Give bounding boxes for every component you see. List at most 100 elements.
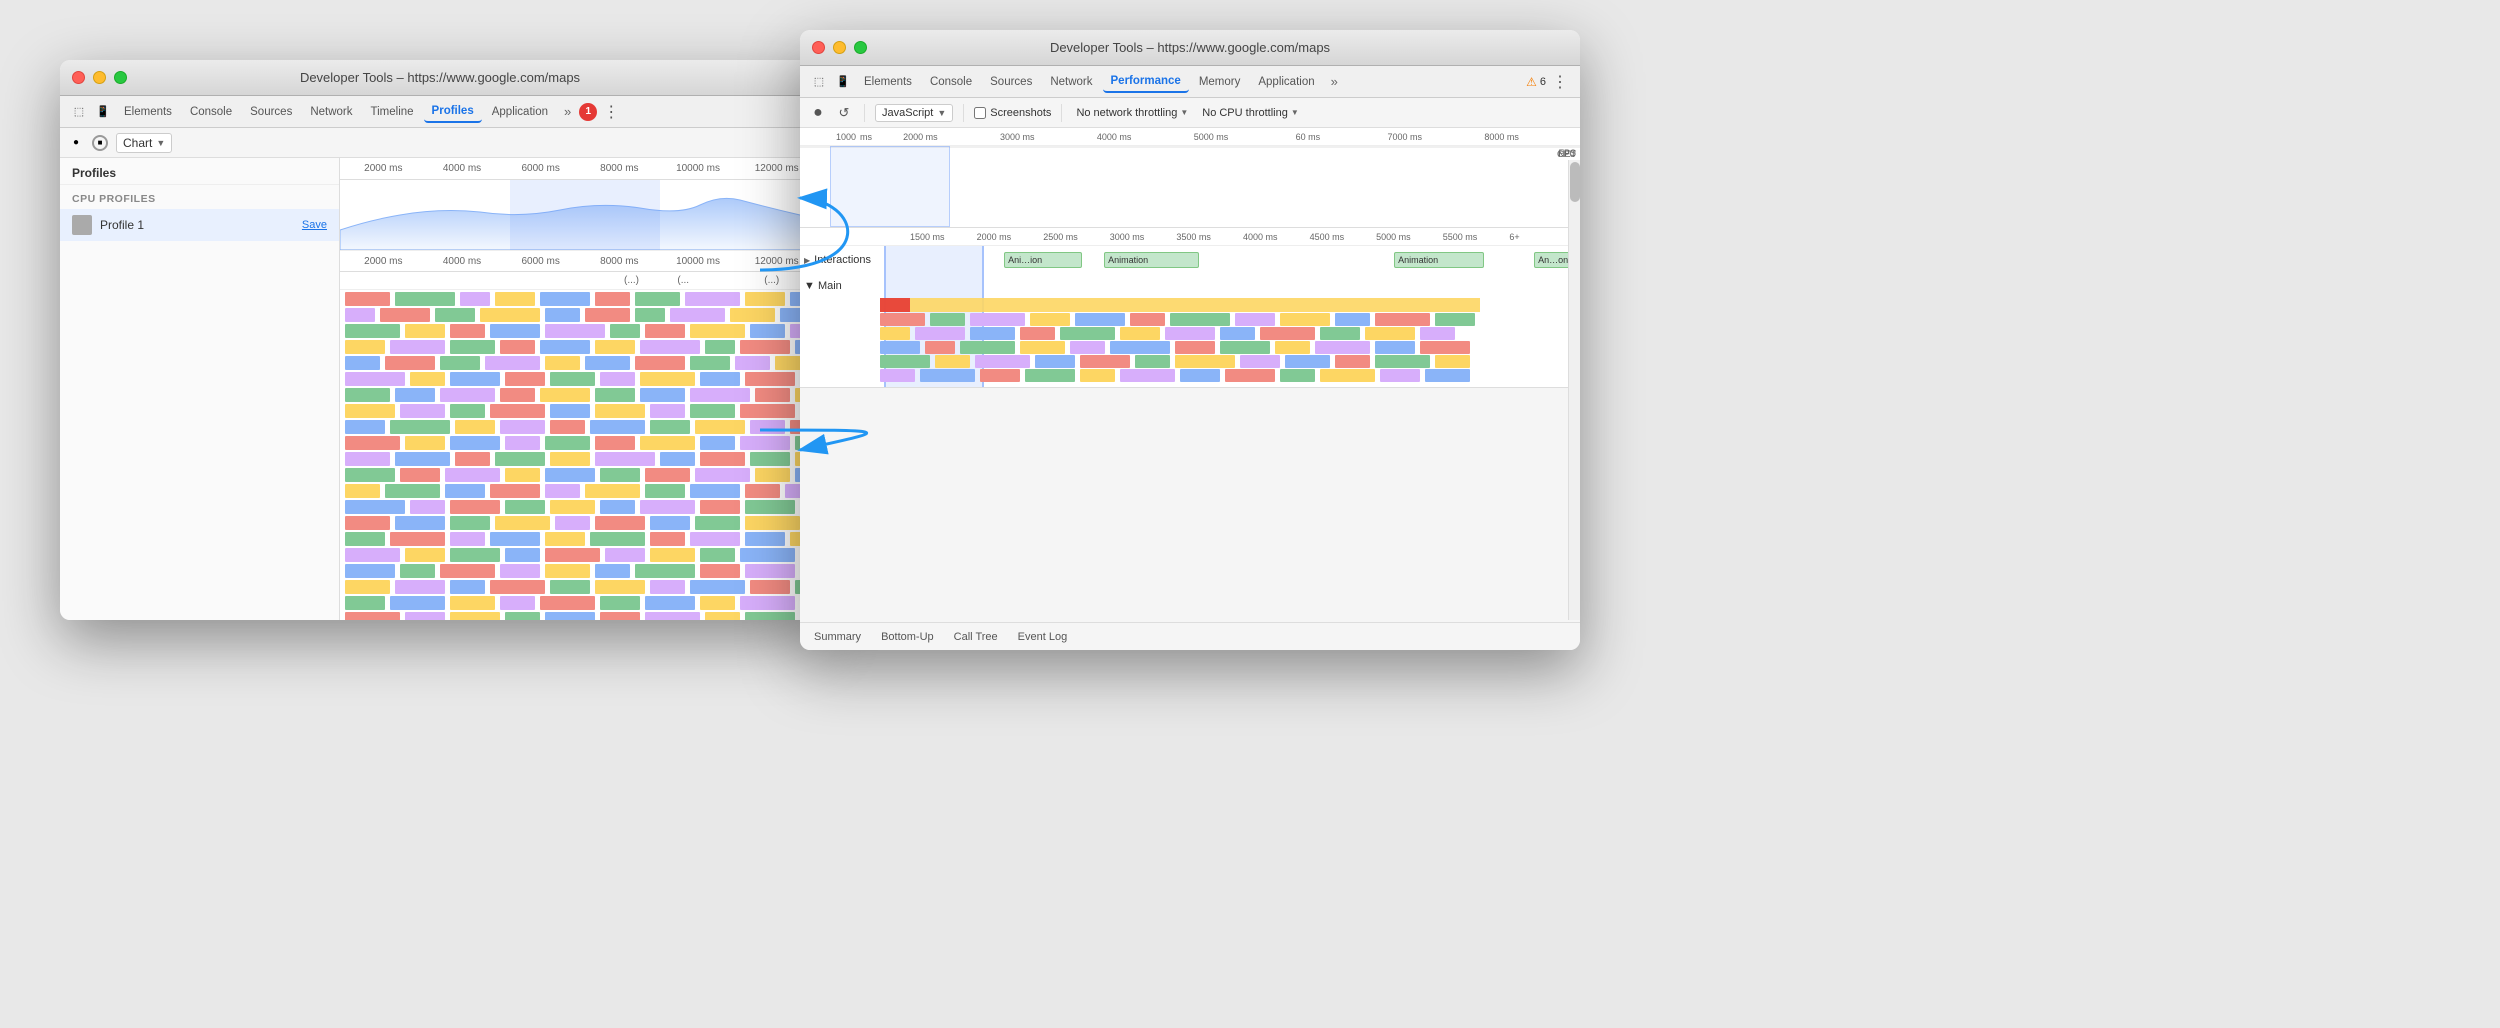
timeline-timescale: 1500 ms 2000 ms 2500 ms 3000 ms 3500 ms …: [800, 228, 1580, 246]
cpu-profiles-label: CPU PROFILES: [60, 185, 339, 209]
timeline-area: 1500 ms 2000 ms 2500 ms 3000 ms 3500 ms …: [800, 228, 1580, 388]
interactions-label: Interactions: [814, 254, 894, 266]
tl-3500: 3500 ms: [1176, 232, 1243, 242]
left-titlebar: Developer Tools – https://www.google.com…: [60, 60, 820, 96]
profile-1-item[interactable]: Profile 1 Save: [60, 209, 339, 241]
tl-5000: 5000 ms: [1376, 232, 1443, 242]
scrollbar-right[interactable]: [1568, 160, 1580, 620]
tab-summary[interactable]: Summary: [808, 629, 867, 645]
network-throttle-dropdown[interactable]: No network throttling ▼: [1072, 105, 1192, 121]
tab-overflow-left[interactable]: »: [558, 102, 577, 121]
interaction-block-1: Ani…ion: [1004, 252, 1082, 268]
error-badge-left: 1: [579, 103, 597, 121]
tab-elements-right[interactable]: Elements: [856, 72, 920, 92]
minimize-button-left[interactable]: [93, 71, 106, 84]
left-window-title: Developer Tools – https://www.google.com…: [300, 70, 580, 85]
interaction-block-3: Animation: [1394, 252, 1484, 268]
time-unit: ms: [860, 132, 872, 142]
left-devtools-window: Developer Tools – https://www.google.com…: [60, 60, 820, 620]
minimize-button-right[interactable]: [833, 41, 846, 54]
time2-8000: 8000 ms: [580, 256, 659, 267]
tab-console-left[interactable]: Console: [182, 102, 240, 122]
profile-name: Profile 1: [100, 218, 302, 232]
warning-count: 6: [1540, 76, 1546, 88]
inspect-icon-right[interactable]: ⬚: [808, 71, 830, 93]
profile-chart-area[interactable]: 2000 ms 4000 ms 6000 ms 8000 ms 10000 ms…: [340, 158, 820, 620]
close-button-left[interactable]: [72, 71, 85, 84]
profiles-toolbar: ● ■ Chart ▼: [60, 128, 820, 158]
tab-console-right[interactable]: Console: [922, 72, 980, 92]
left-tabs-bar: ⬚ 📱 Elements Console Sources Network Tim…: [60, 96, 820, 128]
device-icon-right[interactable]: 📱: [832, 71, 854, 93]
more-button-left[interactable]: ⋮: [599, 100, 623, 124]
record-icon[interactable]: ●: [68, 135, 84, 151]
inspect-icon[interactable]: ⬚: [68, 101, 90, 123]
right-window-title: Developer Tools – https://www.google.com…: [1050, 40, 1330, 55]
right-tabs-bar: ⬚ 📱 Elements Console Sources Network Per…: [800, 66, 1580, 98]
chart-dropdown[interactable]: Chart ▼: [116, 133, 172, 153]
tl-4500: 4500 ms: [1310, 232, 1377, 242]
tab-event-log[interactable]: Event Log: [1012, 629, 1074, 645]
tab-memory-right[interactable]: Memory: [1191, 72, 1249, 92]
main-flame-svg: [800, 298, 1580, 388]
tab-sources-right[interactable]: Sources: [982, 72, 1040, 92]
tab-application-left[interactable]: Application: [484, 102, 556, 122]
save-profile-button[interactable]: Save: [302, 219, 327, 231]
toolbar-divider-3: [1061, 104, 1062, 122]
cpu-row: CPU: [800, 147, 1580, 148]
stop-icon[interactable]: ■: [92, 135, 108, 151]
maximize-button-left[interactable]: [114, 71, 127, 84]
tab-profiles-left[interactable]: Profiles: [424, 101, 482, 123]
ov-time-5000: 5000 ms: [1163, 132, 1260, 142]
maximize-button-right[interactable]: [854, 41, 867, 54]
time-8000: 8000 ms: [580, 163, 659, 174]
interaction-block-2: Animation: [1104, 252, 1199, 268]
device-icon[interactable]: 📱: [92, 101, 114, 123]
tab-application-right[interactable]: Application: [1250, 72, 1322, 92]
main-flame-area: [800, 298, 1580, 388]
tab-performance-right[interactable]: Performance: [1103, 71, 1189, 93]
warning-icon: ⚠: [1526, 75, 1537, 89]
selection-rect: [510, 180, 660, 250]
chart-timescale-2: 2000 ms 4000 ms 6000 ms 8000 ms 10000 ms…: [340, 250, 820, 272]
more-button-right[interactable]: ⋮: [1548, 70, 1572, 94]
ov-time-4000: 4000 ms: [1066, 132, 1163, 142]
refresh-record-button[interactable]: ↺: [834, 105, 854, 121]
interactions-expand-arrow[interactable]: ▶: [804, 256, 810, 265]
profiles-sidebar: Profiles CPU PROFILES Profile 1 Save: [60, 158, 340, 620]
tl-2000: 2000 ms: [977, 232, 1044, 242]
traffic-lights-right: [812, 41, 867, 54]
tab-overflow-right[interactable]: »: [1325, 72, 1344, 91]
screenshots-checkbox-label[interactable]: Screenshots: [974, 107, 1051, 119]
overview-timescale: 1000 ms 2000 ms 3000 ms 4000 ms 5000 ms …: [800, 128, 1580, 146]
tab-call-tree[interactable]: Call Tree: [948, 629, 1004, 645]
label-ellipsis-1: (...): [344, 275, 639, 286]
tab-network-left[interactable]: Network: [302, 102, 360, 122]
interactions-row: ▶ Interactions Ani…ion Animation Animati…: [800, 246, 1580, 274]
close-button-right[interactable]: [812, 41, 825, 54]
time2-4000: 4000 ms: [423, 256, 502, 267]
tab-sources-left[interactable]: Sources: [242, 102, 300, 122]
tab-bottom-up[interactable]: Bottom-Up: [875, 629, 940, 645]
scroll-thumb-right[interactable]: [1570, 162, 1580, 202]
cpu-chart-svg: [340, 180, 820, 250]
js-profile-dropdown[interactable]: JavaScript ▼: [875, 104, 953, 122]
flame-chart-canvas[interactable]: [340, 290, 820, 620]
record-button[interactable]: ●: [808, 104, 828, 122]
toolbar-divider: [864, 104, 865, 122]
tab-timeline-left[interactable]: Timeline: [363, 102, 422, 122]
profiles-heading: Profiles: [60, 158, 339, 185]
ov-time-8000: 8000 ms: [1453, 132, 1550, 142]
ov-time-7000: 7000 ms: [1356, 132, 1453, 142]
main-label: ▼ Main: [804, 280, 884, 292]
screenshots-checkbox[interactable]: [974, 107, 986, 119]
cpu-overview-chart: [340, 180, 820, 250]
tab-elements-left[interactable]: Elements: [116, 102, 180, 122]
tab-network-right[interactable]: Network: [1042, 72, 1100, 92]
cpu-throttle-dropdown[interactable]: No CPU throttling ▼: [1198, 105, 1303, 121]
time2-2000: 2000 ms: [344, 256, 423, 267]
toolbar-divider-2: [963, 104, 964, 122]
time-10000: 10000 ms: [659, 163, 738, 174]
ov-time-2000: 2000 ms: [872, 132, 969, 142]
time-6000: 6000 ms: [501, 163, 580, 174]
